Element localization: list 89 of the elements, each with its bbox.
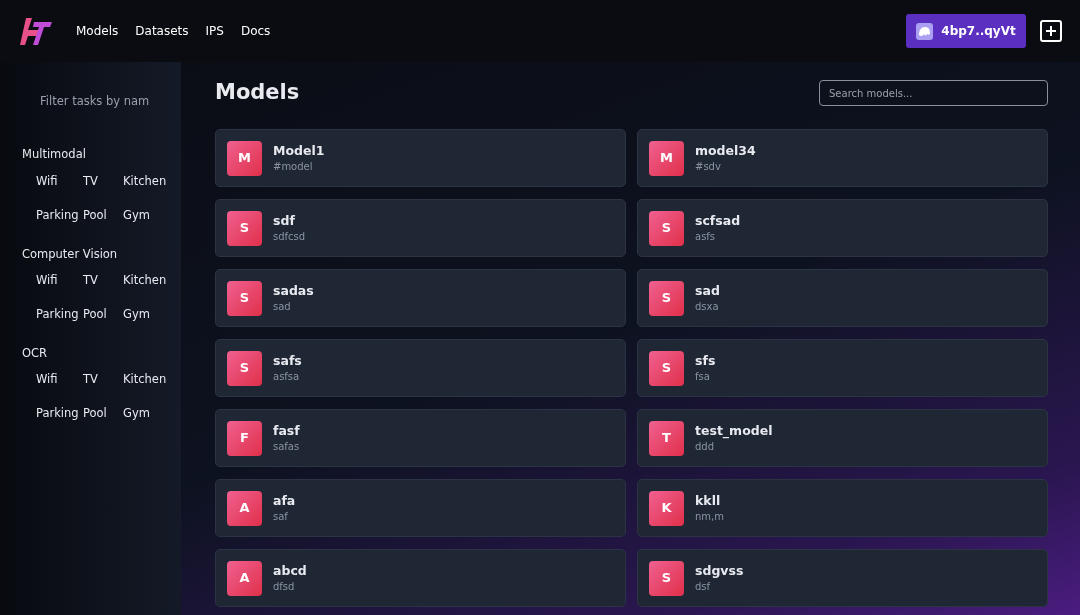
model-tag: saf <box>273 508 296 524</box>
avatar: S <box>227 210 262 246</box>
avatar: A <box>227 560 262 596</box>
model-tag: nm,m <box>695 508 724 524</box>
nav-link[interactable]: IPS <box>205 22 224 40</box>
model-name: sfs <box>695 352 716 369</box>
avatar: A <box>227 490 262 526</box>
tag-link[interactable]: Wifi <box>36 362 58 396</box>
model-name: model34 <box>695 142 756 159</box>
model-card[interactable]: M Model1 #model <box>215 129 626 187</box>
model-tag: asfs <box>695 228 741 244</box>
avatar: M <box>649 140 684 176</box>
model-card[interactable]: S sdgvss dsf <box>637 549 1048 607</box>
logo-icon[interactable] <box>20 16 52 46</box>
model-card[interactable]: S sad dsxa <box>637 269 1048 327</box>
ghost-icon <box>916 22 934 40</box>
tag-link[interactable]: TV <box>83 362 98 396</box>
add-button[interactable] <box>1040 20 1062 42</box>
model-tag: #model <box>273 158 325 174</box>
model-card[interactable]: S sfs fsa <box>637 339 1048 397</box>
model-card[interactable]: K kkll nm,m <box>637 479 1048 537</box>
model-tag: dfsd <box>273 578 307 594</box>
tag-link[interactable]: Kitchen <box>123 163 167 198</box>
model-card[interactable]: A abcd dfsd <box>215 549 626 607</box>
avatar: S <box>649 280 684 316</box>
model-card[interactable]: F fasf safas <box>215 409 626 467</box>
avatar: S <box>649 210 684 246</box>
tag-link[interactable]: TV <box>83 262 98 297</box>
model-name: fasf <box>273 422 300 439</box>
tag-link[interactable]: Wifi <box>36 163 58 198</box>
avatar: S <box>649 560 684 596</box>
tag-link[interactable]: TV <box>83 163 98 198</box>
model-tag: dsxa <box>695 298 720 314</box>
model-tag: dsf <box>695 578 744 594</box>
model-tag: ddd <box>695 438 773 454</box>
model-tag: safas <box>273 438 300 454</box>
model-tag: fsa <box>695 368 716 384</box>
nav-link[interactable]: Models <box>76 22 119 40</box>
model-card[interactable]: S sdf sdfcsd <box>215 199 626 257</box>
avatar: S <box>649 350 684 386</box>
avatar: F <box>227 420 262 456</box>
category-label[interactable]: Multimodal <box>22 146 86 164</box>
tag-link[interactable]: Parking <box>36 296 79 331</box>
model-name: Model1 <box>273 142 325 159</box>
filter-field[interactable]: Filter tasks by nam <box>40 93 150 111</box>
page-title: Models <box>215 80 300 106</box>
wallet-button[interactable]: 4bp7..qyVt <box>906 14 1026 48</box>
tag-link[interactable]: Wifi <box>36 262 58 297</box>
avatar: T <box>649 420 684 456</box>
model-name: sad <box>695 282 720 299</box>
model-name: abcd <box>273 562 307 579</box>
model-tag: #sdv <box>695 158 756 174</box>
model-tag: sdfcsd <box>273 228 306 244</box>
model-name: afa <box>273 492 296 509</box>
model-name: sdf <box>273 212 296 229</box>
tag-link[interactable]: Parking <box>36 197 79 232</box>
avatar: S <box>227 350 262 386</box>
model-tag: sad <box>273 298 314 314</box>
category-label[interactable]: OCR <box>22 344 48 362</box>
model-name: kkll <box>695 492 722 509</box>
tag-link[interactable]: Gym <box>123 396 150 430</box>
model-name: safs <box>273 352 302 369</box>
model-name: test_model <box>695 422 773 439</box>
model-card[interactable]: S sadas sad <box>215 269 626 327</box>
model-name: sadas <box>273 282 314 299</box>
nav-link[interactable]: Datasets <box>135 22 189 40</box>
model-card[interactable]: T test_model ddd <box>637 409 1048 467</box>
model-name: scfsad <box>695 212 741 229</box>
nav-link[interactable]: Docs <box>240 22 271 40</box>
category-label[interactable]: Computer Vision <box>22 245 118 263</box>
tag-link[interactable]: Pool <box>83 296 107 331</box>
model-card[interactable]: S scfsad asfs <box>637 199 1048 257</box>
model-card[interactable]: S safs asfsa <box>215 339 626 397</box>
tag-link[interactable]: Parking <box>36 396 79 430</box>
model-card[interactable]: M model34 #sdv <box>637 129 1048 187</box>
plus-icon <box>1045 25 1057 37</box>
tag-link[interactable]: Pool <box>83 197 107 232</box>
tag-link[interactable]: Kitchen <box>123 362 167 396</box>
tag-link[interactable]: Kitchen <box>123 262 167 297</box>
search-field[interactable]: Search models... <box>819 80 1048 106</box>
model-tag: asfsa <box>273 368 302 384</box>
tag-link[interactable]: Pool <box>83 396 107 430</box>
model-card[interactable]: A afa saf <box>215 479 626 537</box>
avatar: M <box>227 140 262 176</box>
model-name: sdgvss <box>695 562 744 579</box>
tag-link[interactable]: Gym <box>123 296 150 331</box>
avatar: S <box>227 280 262 316</box>
avatar: K <box>649 490 684 526</box>
tag-link[interactable]: Gym <box>123 197 150 232</box>
